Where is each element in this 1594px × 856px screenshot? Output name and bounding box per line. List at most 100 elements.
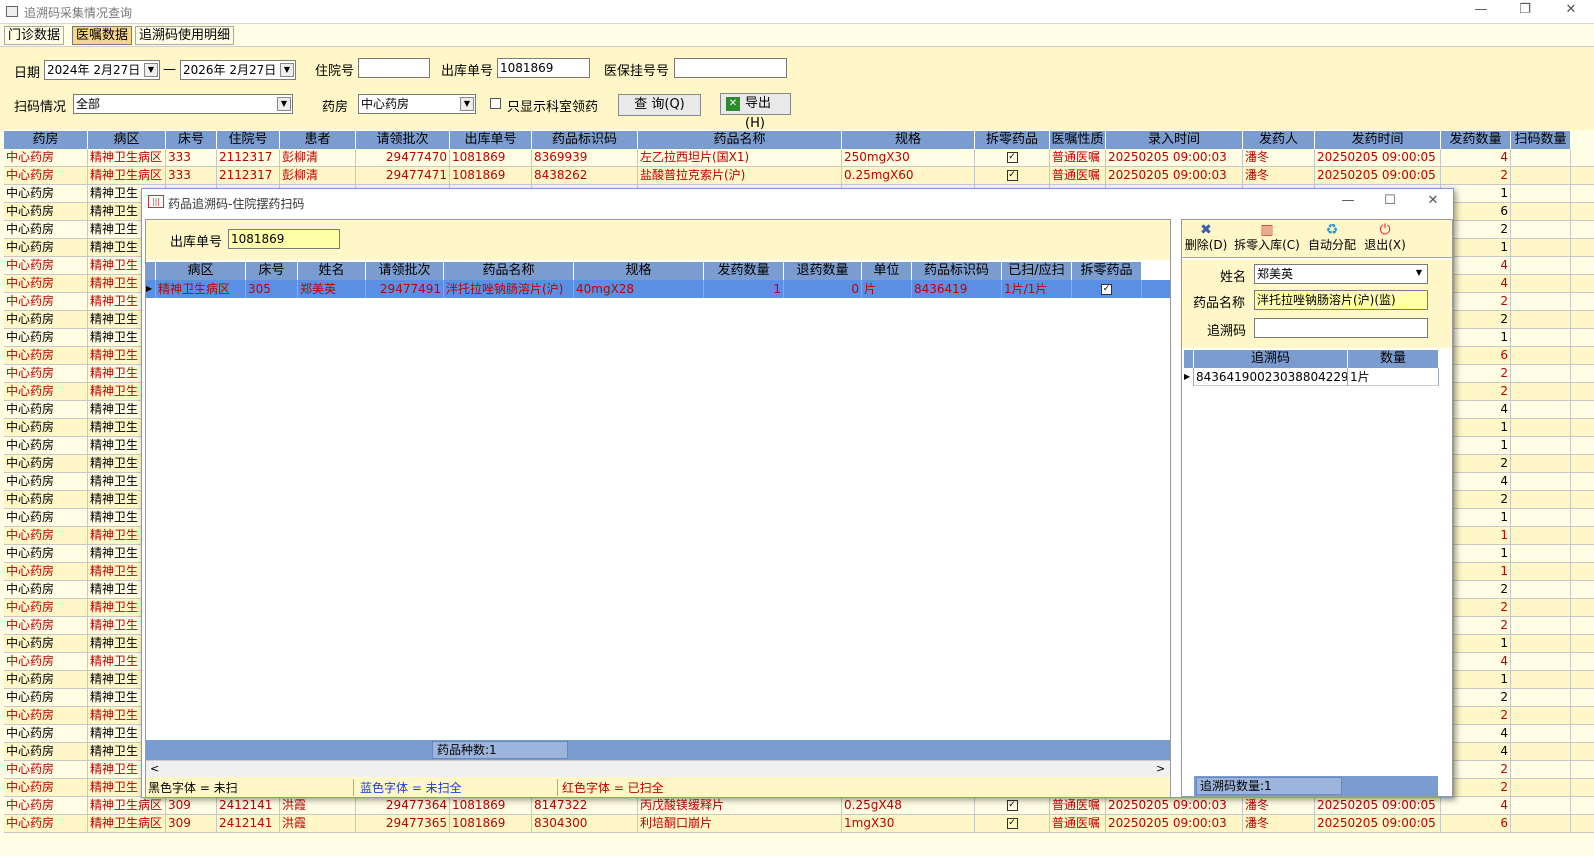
- table-cell: 0.25gX48: [842, 797, 975, 815]
- grid-col-header[interactable]: 发药时间: [1315, 131, 1441, 149]
- table-cell: [1511, 779, 1571, 797]
- dialog-col-header[interactable]: 姓名: [298, 262, 366, 280]
- table-cell: [1511, 185, 1571, 203]
- dialog-col-header[interactable]: 请领批次: [366, 262, 444, 280]
- trace-grid-row[interactable]: ▶ 84364190023038804229 1片: [1184, 368, 1439, 386]
- grid-col-header[interactable]: 发药人: [1243, 131, 1315, 149]
- grid-col-header[interactable]: 患者: [280, 131, 356, 149]
- grid-col-header[interactable]: 出库单号: [450, 131, 532, 149]
- minimize-icon[interactable]: —: [1470, 2, 1492, 17]
- table-cell: 中心药房: [4, 383, 88, 401]
- auto-assign-button[interactable]: ♻ 自动分配: [1306, 222, 1358, 252]
- export-button[interactable]: ✕ 导出(H): [720, 93, 791, 131]
- grid-col-header[interactable]: 发药数量: [1441, 131, 1511, 149]
- color-legend: 黑色字体 = 未扫 蓝色字体 = 未扫全 红色字体 = 已扫全: [146, 777, 1170, 797]
- horizontal-scrollbar[interactable]: < >: [146, 760, 1170, 777]
- dialog-col-header[interactable]: 发药数量: [704, 262, 784, 280]
- drug-kinds-count: 药品种数:1: [432, 741, 568, 759]
- dialog-col-header[interactable]: 病区: [156, 262, 246, 280]
- maximize-icon[interactable]: ☐: [1379, 193, 1401, 208]
- table-cell: 20250205 09:00:03: [1106, 815, 1243, 833]
- grid-col-header[interactable]: 请领批次: [356, 131, 450, 149]
- table-cell: 中心药房: [4, 275, 88, 293]
- recycle-icon: ♻: [1325, 222, 1339, 238]
- out-no-input[interactable]: 1081869: [497, 58, 590, 78]
- query-button[interactable]: 查 询(Q): [618, 94, 701, 116]
- dialog-col-header[interactable]: 退药数量: [784, 262, 862, 280]
- table-cell: 洪霞: [280, 815, 356, 833]
- dialog-col-header[interactable]: 药品标识码: [912, 262, 1002, 280]
- dialog-col-header[interactable]: 单位: [862, 262, 912, 280]
- dialog-col-header[interactable]: 拆零药品: [1072, 262, 1142, 280]
- minimize-icon[interactable]: —: [1337, 193, 1359, 208]
- dialog-col-header[interactable]: 床号: [246, 262, 298, 280]
- dialog-cell: ✓: [1072, 280, 1142, 298]
- inpatient-no-label: 住院号: [315, 64, 355, 79]
- dialog-grid-row[interactable]: ▶ 精神卫生病区 305 郑美英 29477491 泮托拉唑钠肠溶片(沪) 40mgX28 1…: [146, 280, 1170, 298]
- table-cell: 潘冬: [1243, 167, 1315, 185]
- trace-code-input[interactable]: [1254, 318, 1428, 338]
- grid-col-header[interactable]: 药品标识码: [532, 131, 638, 149]
- scroll-right-icon[interactable]: >: [1156, 762, 1165, 775]
- table-cell: ✓: [975, 167, 1050, 185]
- scroll-left-icon[interactable]: <: [150, 762, 159, 775]
- app-icon: [6, 6, 18, 17]
- table-row[interactable]: 中心药房 精神卫生病区 309 2412141 洪霞 29477364 1081869 814…: [4, 797, 1594, 815]
- scan-status-select[interactable]: 全部 ▼: [73, 94, 293, 114]
- table-cell: 中心药房: [4, 221, 88, 239]
- table-row[interactable]: 中心药房 精神卫生病区 333 2112317 彭柳清 29477471 1081869 84…: [4, 167, 1594, 185]
- table-cell: 中心药房: [4, 797, 88, 815]
- grid-col-header[interactable]: 床号: [166, 131, 217, 149]
- insurance-input[interactable]: [674, 58, 787, 78]
- insurance-label: 医保挂号号: [604, 64, 670, 79]
- table-cell: 中心药房: [4, 419, 88, 437]
- exit-button[interactable]: ⏻ 退出(X): [1362, 222, 1408, 252]
- restore-icon[interactable]: ❐: [1514, 2, 1536, 17]
- name-select[interactable]: 郑美英 ▼: [1254, 264, 1428, 284]
- table-cell: 中心药房: [4, 167, 88, 185]
- tab-trace-detail[interactable]: 追溯码使用明细: [135, 26, 235, 45]
- grid-col-header[interactable]: 病区: [88, 131, 166, 149]
- dialog-col-header[interactable]: 已扫/应扫: [1002, 262, 1072, 280]
- table-row[interactable]: 中心药房 精神卫生病区 309 2412141 洪霞 29477365 1081869 830…: [4, 815, 1594, 833]
- grid-col-header[interactable]: 药房: [4, 131, 88, 149]
- table-row[interactable]: 中心药房 精神卫生病区 333 2112317 彭柳清 29477470 1081869 83…: [4, 149, 1594, 167]
- only-dept-checkbox[interactable]: [490, 98, 501, 109]
- tab-outpatient[interactable]: 门诊数据: [4, 26, 65, 45]
- grid-col-header[interactable]: 扫码数量: [1511, 131, 1571, 149]
- delete-icon: ✖: [1200, 222, 1212, 238]
- date-to-picker[interactable]: 2026年 2月27日 ▼: [180, 60, 296, 80]
- dialog-col-header[interactable]: 药品名称: [444, 262, 574, 280]
- grid-col-header[interactable]: 住院号: [217, 131, 280, 149]
- grid-col-header[interactable]: 录入时间: [1106, 131, 1243, 149]
- table-cell: [1511, 707, 1571, 725]
- dialog-col-header[interactable]: 规格: [574, 262, 704, 280]
- trace-qty-cell: 1片: [1348, 368, 1439, 386]
- table-cell: [1511, 725, 1571, 743]
- close-icon[interactable]: ✕: [1560, 2, 1582, 17]
- table-cell: 普通医嘱: [1050, 815, 1106, 833]
- table-cell: [1511, 257, 1571, 275]
- dialog-cell: 精神卫生病区: [156, 280, 246, 298]
- trace-scan-dialog: ||| 药品追溯码-住院摆药扫码 — ☐ ✕ 出库单号 1081869 病区 床号…: [141, 188, 1454, 798]
- grid-col-header[interactable]: 医嘱性质: [1050, 131, 1106, 149]
- split-stock-button[interactable]: ▥ 拆零入库(C): [1234, 222, 1300, 252]
- dialog-title: 药品追溯码-住院摆药扫码: [168, 197, 305, 211]
- tab-bar: [0, 24, 1594, 46]
- dialog-out-no-input[interactable]: 1081869: [228, 229, 340, 249]
- date-from-picker[interactable]: 2024年 2月27日 ▼: [44, 60, 160, 80]
- close-icon[interactable]: ✕: [1422, 193, 1444, 208]
- grid-col-header[interactable]: 药品名称: [638, 131, 842, 149]
- delete-button[interactable]: ✖ 删除(D): [1184, 222, 1228, 252]
- pharmacy-select[interactable]: 中心药房 ▼: [358, 94, 476, 114]
- table-cell: [1511, 797, 1571, 815]
- grid-col-header[interactable]: 规格: [842, 131, 975, 149]
- table-cell: 29477365: [356, 815, 450, 833]
- table-cell: [1511, 761, 1571, 779]
- table-cell: 中心药房: [4, 545, 88, 563]
- grid-col-header[interactable]: 拆零药品: [975, 131, 1050, 149]
- table-cell: 中心药房: [4, 293, 88, 311]
- inpatient-no-input[interactable]: [358, 58, 430, 78]
- tab-orders[interactable]: 医嘱数据: [72, 26, 133, 45]
- dialog-out-no-label: 出库单号: [170, 235, 223, 250]
